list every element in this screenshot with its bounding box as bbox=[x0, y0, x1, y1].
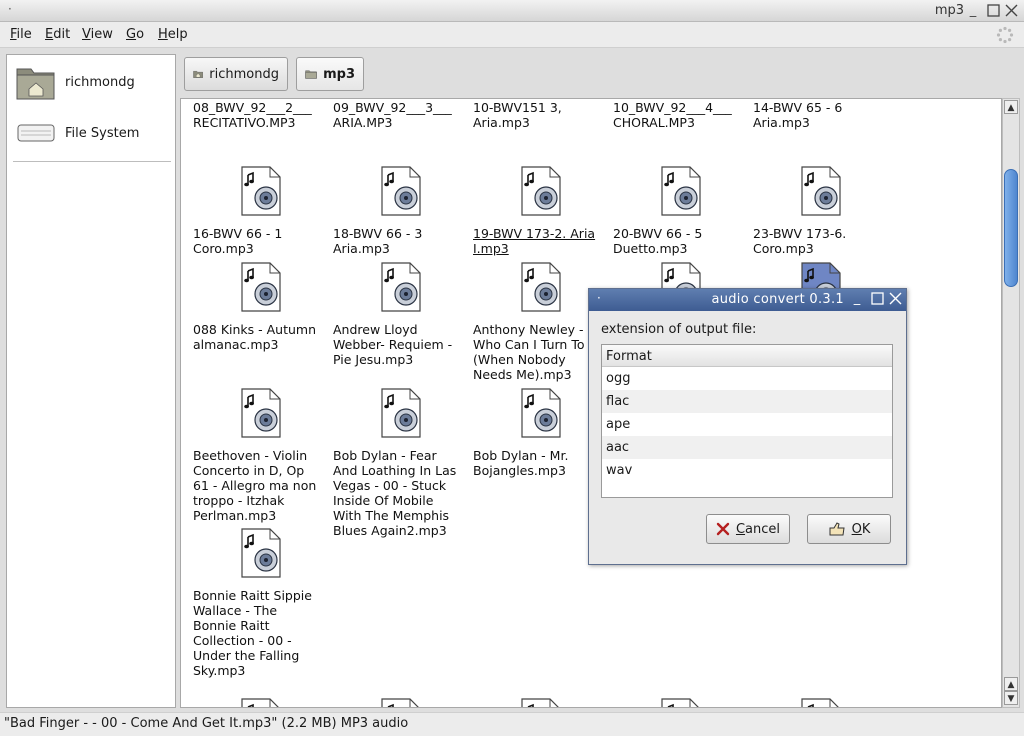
place-label: richmondg bbox=[65, 74, 135, 90]
audio-file-icon bbox=[521, 698, 559, 707]
audio-file-icon bbox=[381, 166, 421, 216]
menubar: File Edit View Go Help bbox=[0, 22, 1024, 48]
audio-file-icon bbox=[241, 528, 281, 578]
dialog-prompt: extension of output file: bbox=[601, 322, 757, 337]
audio-file-icon bbox=[241, 698, 279, 707]
file-name: 088 Kinks - Autumn almanac.mp3 bbox=[193, 322, 317, 352]
cancel-icon bbox=[716, 522, 730, 536]
places-sidebar: richmondg File System bbox=[6, 54, 176, 708]
audio-file-icon bbox=[801, 166, 841, 216]
format-list[interactable]: Format ogg flac ape aac wav bbox=[601, 344, 893, 498]
place-filesystem[interactable]: File System bbox=[15, 119, 139, 147]
close-icon[interactable] bbox=[888, 292, 902, 306]
place-home[interactable]: richmondg bbox=[15, 63, 135, 101]
crumb-richmondg[interactable]: richmondg bbox=[184, 57, 288, 91]
file-name: 09_BWV_92___3___ARIA.MP3 bbox=[333, 100, 452, 130]
place-label: File System bbox=[65, 125, 140, 141]
audio-file-icon bbox=[381, 262, 421, 312]
maximize-icon[interactable] bbox=[986, 4, 1000, 18]
folder-icon bbox=[305, 70, 317, 79]
format-option-wav[interactable]: wav bbox=[602, 459, 892, 482]
status-text: "Bad Finger - - 00 - Come And Get It.mp3… bbox=[4, 716, 409, 731]
home-folder-icon bbox=[16, 68, 55, 100]
menu-go[interactable]: Go bbox=[126, 27, 144, 42]
scroll-down-arrow-icon[interactable]: ▼ bbox=[1004, 691, 1018, 705]
drive-icon bbox=[17, 124, 55, 142]
status-bar: "Bad Finger - - 00 - Come And Get It.mp3… bbox=[0, 712, 1024, 736]
dialog-title: audio convert 0.3.1 bbox=[711, 292, 844, 307]
file-name: 20-BWV 66 - 5 Duetto.mp3 bbox=[613, 226, 703, 256]
audio-file-icon bbox=[661, 166, 701, 216]
audio-file-icon bbox=[801, 698, 839, 707]
dialog-titlebar: · audio convert 0.3.1 _ bbox=[589, 289, 906, 311]
audio-file-icon bbox=[521, 166, 561, 216]
audio-file-icon bbox=[381, 698, 419, 707]
file-name: Bonnie Raitt Sippie Wallace - The Bonnie… bbox=[193, 588, 312, 678]
scroll-thumb[interactable] bbox=[1004, 169, 1018, 287]
crumb-label: mp3 bbox=[323, 66, 355, 82]
cancel-button[interactable]: Cancel bbox=[706, 514, 790, 544]
file-name: 19-BWV 173-2. Aria I.mp3 bbox=[473, 226, 596, 256]
dialog-menu-icon[interactable]: · bbox=[597, 291, 601, 305]
location-pathbar: richmondg mp3 bbox=[180, 54, 1018, 96]
file-name: Andrew Lloyd Webber- Requiem - Pie Jesu.… bbox=[333, 322, 453, 367]
file-name: 16-BWV 66 - 1 Coro.mp3 bbox=[193, 226, 283, 256]
audio-file-icon bbox=[241, 262, 281, 312]
audio-file-icon bbox=[381, 388, 421, 438]
menu-help[interactable]: Help bbox=[158, 27, 188, 42]
menu-edit[interactable]: Edit bbox=[45, 27, 70, 42]
window-title: mp3 bbox=[934, 3, 964, 18]
format-option-ogg[interactable]: ogg bbox=[602, 367, 892, 390]
audio-file-icon bbox=[241, 388, 281, 438]
maximize-icon[interactable] bbox=[870, 292, 884, 306]
file-name: 23-BWV 173-6. Coro.mp3 bbox=[753, 226, 847, 256]
file-name: Bob Dylan - Fear And Loathing In Las Veg… bbox=[333, 448, 457, 538]
file-name: Beethoven - Violin Concerto in D, Op 61 … bbox=[193, 448, 317, 523]
home-folder-icon bbox=[193, 71, 204, 78]
format-option-flac[interactable]: flac bbox=[602, 390, 892, 413]
ok-button[interactable]: OK bbox=[807, 514, 891, 544]
minimize-icon[interactable]: _ bbox=[966, 4, 980, 18]
scroll-up-arrow-icon[interactable]: ▲ bbox=[1004, 100, 1018, 114]
file-name: 18-BWV 66 - 3 Aria.mp3 bbox=[333, 226, 423, 256]
file-name: Bob Dylan - Mr. Bojangles.mp3 bbox=[473, 448, 569, 478]
menu-view[interactable]: View bbox=[82, 27, 113, 42]
activity-spinner-icon bbox=[996, 26, 1014, 44]
sidebar-divider bbox=[13, 161, 171, 162]
format-option-aac[interactable]: aac bbox=[602, 436, 892, 459]
minimize-icon[interactable]: _ bbox=[850, 292, 864, 306]
file-name: 14-BWV 65 - 6 Aria.mp3 bbox=[753, 100, 843, 130]
audio-file-icon bbox=[241, 166, 281, 216]
vertical-scrollbar[interactable]: ▲ ▲ ▼ bbox=[1002, 98, 1020, 708]
file-name: Anthony Newley - Who Can I Turn To (When… bbox=[473, 322, 585, 382]
crumb-label: richmondg bbox=[209, 66, 279, 82]
audio-file-icon bbox=[661, 698, 699, 707]
file-name: 08_BWV_92___2___RECITATIVO.MP3 bbox=[193, 100, 312, 130]
file-name: 10-BWV151 3, Aria.mp3 bbox=[473, 100, 562, 130]
menu-file[interactable]: File bbox=[10, 27, 32, 42]
format-column-header[interactable]: Format bbox=[602, 345, 892, 367]
window-titlebar: · mp3 _ bbox=[0, 0, 1024, 22]
audio-file-icon bbox=[521, 388, 561, 438]
close-icon[interactable] bbox=[1004, 4, 1018, 18]
window-menu-icon[interactable]: · bbox=[8, 2, 12, 16]
crumb-mp3[interactable]: mp3 bbox=[296, 57, 364, 91]
ok-hand-icon bbox=[829, 522, 845, 536]
format-option-ape[interactable]: ape bbox=[602, 413, 892, 436]
audio-convert-dialog: · audio convert 0.3.1 _ extension of out… bbox=[588, 288, 907, 565]
file-name: 10_BWV_92___4___CHORAL.MP3 bbox=[613, 100, 732, 130]
scroll-up-arrow-icon[interactable]: ▲ bbox=[1004, 677, 1018, 691]
audio-file-icon bbox=[521, 262, 561, 312]
